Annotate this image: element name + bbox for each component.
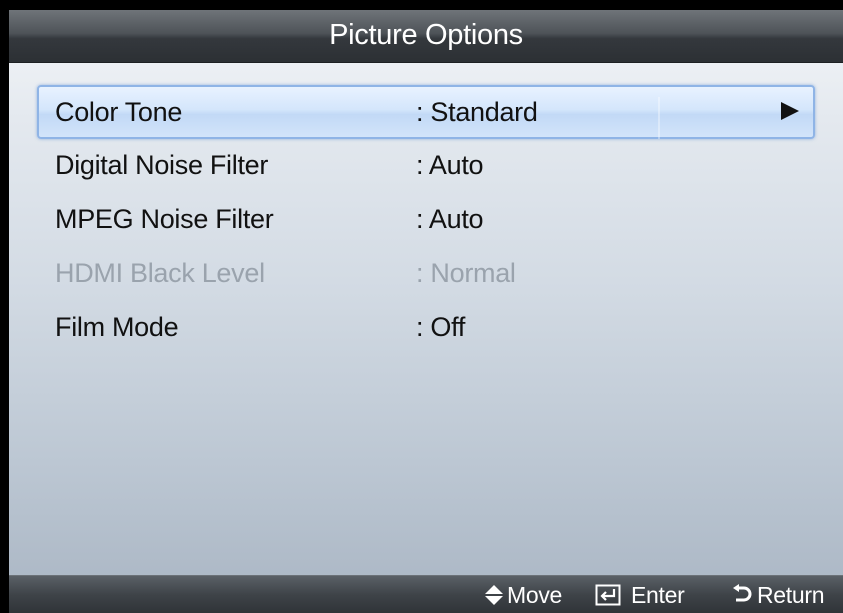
return-hint-label: Return bbox=[757, 582, 825, 608]
navigation-hint-bar: Move Enter Return bbox=[9, 575, 843, 613]
menu-item-value: : Standard bbox=[416, 97, 538, 127]
menu-item-value: : Off bbox=[416, 312, 466, 342]
menu-item-label: HDMI Black Level bbox=[55, 258, 265, 288]
picture-options-dialog: Picture Options Color Tone : Standard Di… bbox=[9, 10, 843, 613]
highlight-divider bbox=[658, 97, 660, 139]
menu-item-value: : Auto bbox=[416, 150, 484, 180]
title-bar: Picture Options bbox=[9, 10, 843, 63]
menu-item-film-mode[interactable]: Film Mode : Off bbox=[37, 300, 815, 354]
right-triangle-icon bbox=[781, 102, 799, 120]
menu-item-label: MPEG Noise Filter bbox=[55, 204, 274, 234]
tv-screen: Picture Options Color Tone : Standard Di… bbox=[0, 0, 843, 613]
menu-item-label: Digital Noise Filter bbox=[55, 150, 269, 180]
move-hint-label: Move bbox=[507, 582, 563, 608]
enter-key-icon bbox=[595, 576, 621, 613]
menu-item-digital-noise-filter[interactable]: Digital Noise Filter : Auto bbox=[37, 138, 815, 192]
menu-item-label: Film Mode bbox=[55, 312, 179, 342]
dialog-title: Picture Options bbox=[329, 19, 523, 51]
menu-item-value: : Auto bbox=[416, 204, 484, 234]
menu-item-label: Color Tone bbox=[55, 97, 183, 127]
menu-item-value: : Normal bbox=[416, 258, 516, 288]
menu-item-mpeg-noise-filter[interactable]: MPEG Noise Filter : Auto bbox=[37, 192, 815, 246]
enter-hint-label: Enter bbox=[631, 582, 685, 608]
menu-item-color-tone[interactable]: Color Tone : Standard bbox=[37, 85, 815, 139]
return-arrow-icon bbox=[731, 576, 753, 613]
menu-item-hdmi-black-level: HDMI Black Level : Normal bbox=[37, 246, 815, 300]
up-down-arrows-icon bbox=[485, 576, 503, 613]
